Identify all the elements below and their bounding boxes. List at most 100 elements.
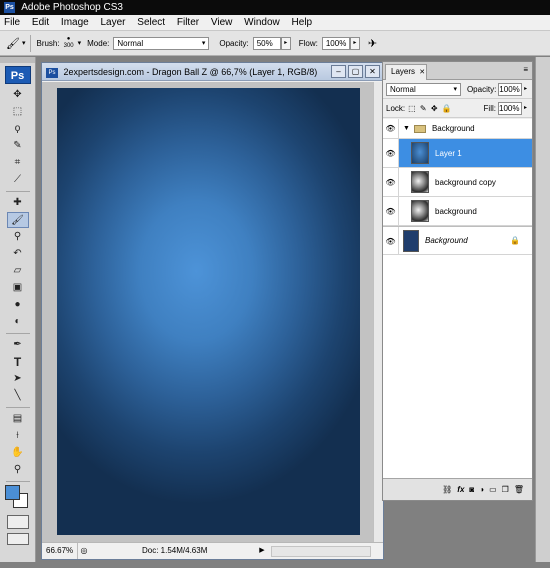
layers-tab[interactable]: Layers ✕ xyxy=(385,64,427,80)
menu-help[interactable]: Help xyxy=(292,17,313,28)
menu-edit[interactable]: Edit xyxy=(32,17,49,28)
flow-slider-arrow-icon[interactable]: ▸ xyxy=(349,36,360,50)
mode-select[interactable]: Normal ▾ xyxy=(113,36,210,50)
lock-options-icon[interactable]: ⬚ ✎ ✥ 🔒 xyxy=(408,104,453,113)
status-info-icon[interactable]: ◎ xyxy=(78,543,90,559)
layer-row[interactable]: 👁 background copy xyxy=(383,168,532,197)
divider xyxy=(5,191,30,192)
crop-tool-icon[interactable]: ⌗ xyxy=(7,155,29,171)
opacity-input[interactable]: 50% xyxy=(252,36,281,50)
history-brush-tool-icon[interactable]: ↶ xyxy=(7,246,29,262)
line-tool-icon[interactable]: ╲ xyxy=(7,388,29,404)
opacity-slider-arrow-icon[interactable]: ▸ xyxy=(280,36,291,50)
menu-bar: File Edit Image Layer Select Filter View… xyxy=(0,15,550,31)
status-menu-arrow-icon[interactable]: ▶ xyxy=(257,543,267,559)
window-controls: – ▢ ✕ xyxy=(331,65,380,78)
document-canvas-area xyxy=(42,82,383,543)
clone-stamp-tool-icon[interactable]: ⚲ xyxy=(7,229,29,245)
flow-input[interactable]: 100% xyxy=(321,36,350,50)
screen-mode-icon[interactable] xyxy=(6,533,29,545)
brush-label: Brush: xyxy=(36,38,60,48)
layer-row-selected[interactable]: 👁 Layer 1 xyxy=(383,139,532,168)
photoshop-logo[interactable]: Ps xyxy=(4,66,31,84)
collapsed-panel-dock[interactable] xyxy=(535,57,550,562)
healing-brush-tool-icon[interactable]: ✚ xyxy=(7,195,29,211)
opacity-arrow-icon[interactable]: ▸ xyxy=(522,83,529,96)
dodge-tool-icon[interactable]: ◐ xyxy=(7,314,29,330)
menu-layer[interactable]: Layer xyxy=(101,17,126,28)
visibility-eye-icon[interactable]: 👁 xyxy=(383,139,399,167)
blend-mode-select[interactable]: Normal xyxy=(386,82,461,96)
gradient-tool-icon[interactable]: ▣ xyxy=(7,280,29,296)
minimize-icon[interactable]: – xyxy=(331,65,346,78)
menu-filter[interactable]: Filter xyxy=(177,17,199,28)
brush-preset-icon[interactable]: 🖌 xyxy=(6,37,20,50)
app-title: Adobe Photoshop CS3 xyxy=(21,2,123,13)
layer-style-icon[interactable]: fx xyxy=(457,485,464,494)
notes-tool-icon[interactable]: ▤ xyxy=(7,411,29,427)
move-tool-icon[interactable]: ✥ xyxy=(7,87,29,103)
canvas-image[interactable] xyxy=(57,88,360,535)
layer-name: Layer 1 xyxy=(435,148,462,158)
lock-icon: 🔒 xyxy=(510,236,520,245)
menu-file[interactable]: File xyxy=(4,17,20,28)
visibility-eye-icon[interactable]: 👁 xyxy=(383,227,399,254)
layer-row-background[interactable]: 👁 Background 🔒 xyxy=(383,226,532,255)
lasso-tool-icon[interactable]: ϙ xyxy=(7,121,29,137)
layer-group-row[interactable]: 👁 ▼ Background xyxy=(383,119,532,139)
visibility-eye-icon[interactable]: 👁 xyxy=(383,119,399,138)
menu-select[interactable]: Select xyxy=(137,17,165,28)
link-layers-icon[interactable]: ⛓ xyxy=(442,485,452,494)
slice-tool-icon[interactable]: ⟋ xyxy=(7,172,29,188)
marquee-tool-icon[interactable]: ⬚ xyxy=(7,104,29,120)
brush-dropdown-icon[interactable]: ▾ xyxy=(78,39,82,47)
eraser-tool-icon[interactable]: ▱ xyxy=(7,263,29,279)
brush-picker[interactable]: ● 300 xyxy=(64,36,74,50)
maximize-icon[interactable]: ▢ xyxy=(348,65,363,78)
hand-tool-icon[interactable]: ✋ xyxy=(7,445,29,461)
layers-panel-header: Layers ✕ ≡ xyxy=(383,62,532,80)
layers-panel: Layers ✕ ≡ Normal Opacity: 100% ▸ Lock: … xyxy=(382,61,533,501)
document-size: Doc: 1.54M/4.63M xyxy=(142,546,208,555)
layer-thumbnail xyxy=(411,200,429,222)
layer-mask-icon[interactable]: ◙ xyxy=(469,485,474,494)
delete-layer-icon[interactable]: 🗑 xyxy=(514,485,524,494)
document-status-bar: 66.67% ◎ Doc: 1.54M/4.63M ▶ xyxy=(42,542,383,559)
brush-tool-icon[interactable]: 🖌 xyxy=(6,212,29,228)
folder-icon xyxy=(413,124,426,133)
visibility-eye-icon[interactable]: 👁 xyxy=(383,168,399,196)
close-icon[interactable]: ✕ xyxy=(365,65,380,78)
new-layer-icon[interactable]: ❐ xyxy=(502,485,509,494)
eyedropper-tool-icon[interactable]: ⟊ xyxy=(7,428,29,444)
zoom-tool-icon[interactable]: ⚲ xyxy=(7,462,29,478)
toolbox-grip[interactable] xyxy=(0,57,35,63)
adjustment-layer-icon[interactable]: ◑ xyxy=(479,485,484,494)
path-selection-tool-icon[interactable]: ➤ xyxy=(7,371,29,387)
lock-row: Lock: ⬚ ✎ ✥ 🔒 Fill: 100% ▸ xyxy=(383,99,532,118)
visibility-eye-icon[interactable]: 👁 xyxy=(383,197,399,225)
document-title-bar[interactable]: Ps 2expertsdesign.com - Dragon Ball Z @ … xyxy=(42,63,383,81)
zoom-level[interactable]: 66.67% xyxy=(42,543,78,559)
fill-input[interactable]: 100% xyxy=(498,101,522,115)
layer-opacity-input[interactable]: 100% xyxy=(498,82,523,96)
pen-tool-icon[interactable]: ✒ xyxy=(7,337,29,353)
layer-name: background xyxy=(435,206,477,216)
expand-chevron-icon[interactable]: ▼ xyxy=(403,125,410,132)
type-tool-icon[interactable]: T xyxy=(7,354,29,370)
quick-selection-tool-icon[interactable]: ✎ xyxy=(7,138,29,154)
quick-mask-icon[interactable] xyxy=(6,515,29,529)
foreground-color-swatch[interactable] xyxy=(4,485,20,500)
menu-window[interactable]: Window xyxy=(244,17,280,28)
airbrush-icon[interactable]: ✈ xyxy=(368,37,377,50)
layer-row[interactable]: 👁 background xyxy=(383,197,532,226)
fill-arrow-icon[interactable]: ▸ xyxy=(522,102,529,115)
layer-name: background copy xyxy=(435,177,496,187)
close-icon[interactable]: ✕ xyxy=(419,69,425,76)
tool-preset-dropdown-icon[interactable]: ▾ xyxy=(22,39,26,47)
panel-menu-icon[interactable]: ≡ xyxy=(523,65,528,74)
menu-view[interactable]: View xyxy=(211,17,233,28)
blur-tool-icon[interactable]: ● xyxy=(7,297,29,313)
horizontal-scrollbar[interactable] xyxy=(271,545,371,557)
new-group-icon[interactable]: ▭ xyxy=(489,485,497,494)
menu-image[interactable]: Image xyxy=(61,17,89,28)
